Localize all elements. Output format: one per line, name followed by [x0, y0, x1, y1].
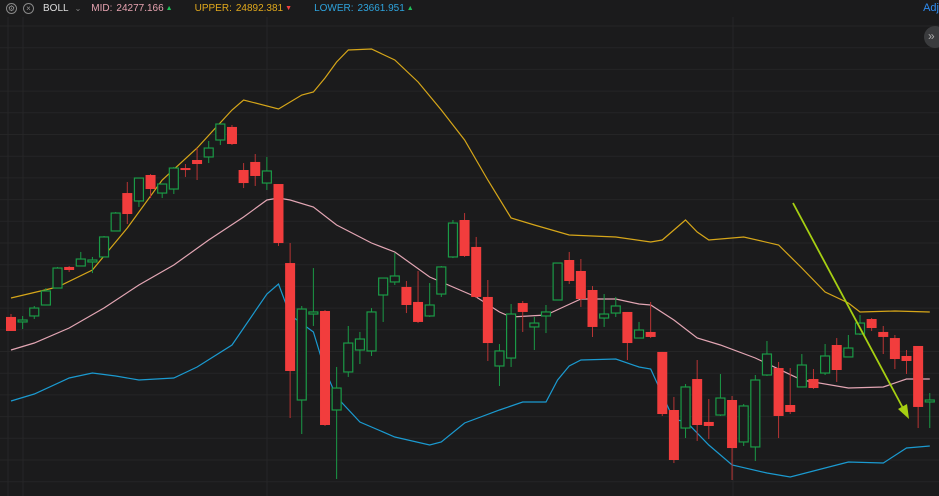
candle-body-up — [87, 259, 98, 263]
candle-body-up — [17, 319, 28, 323]
candle-body-down — [192, 160, 203, 165]
candle-body-down — [180, 168, 191, 171]
candle-body-up — [157, 183, 168, 194]
candle-body-up — [540, 311, 552, 317]
candle-body-up — [738, 405, 749, 443]
candle-body-up — [552, 262, 563, 301]
candle-body-down — [226, 126, 237, 145]
candle-body-down — [401, 286, 412, 305]
candle-body-up — [924, 399, 935, 403]
candle-body-up — [52, 267, 63, 289]
candle-body-up — [296, 308, 307, 401]
candle-body-up — [133, 177, 145, 202]
candle-body-down — [622, 311, 633, 344]
candle-body-down — [831, 345, 842, 370]
candle-body-down — [913, 345, 924, 407]
candle-body-up — [98, 236, 110, 258]
candle-body-up — [715, 397, 726, 416]
candle-body-up — [110, 212, 121, 232]
candle-body-up — [494, 350, 505, 367]
candle-body-up — [75, 258, 86, 267]
candle-body-up — [261, 170, 272, 184]
candle-body-up — [750, 379, 761, 448]
candle-body-down — [482, 296, 493, 344]
expand-panel-button[interactable]: » — [924, 26, 939, 48]
candle-body-down — [901, 355, 912, 361]
candle-body-up — [843, 347, 854, 358]
candle-body-down — [878, 331, 889, 337]
candle-body-up — [436, 266, 447, 295]
candle-body-up — [599, 313, 610, 319]
candle-body-down — [575, 270, 586, 300]
candle-body-down — [889, 338, 900, 360]
trendline-arrow — [792, 202, 905, 411]
candle-body-down — [122, 193, 133, 215]
candle-body-down — [320, 310, 331, 425]
candle-body-up — [529, 322, 540, 328]
candle-body-up — [761, 353, 773, 376]
candle-body-down — [413, 301, 424, 322]
candlestick-chart[interactable] — [0, 0, 939, 496]
candle-body-down — [657, 351, 668, 415]
candle-body-up — [447, 222, 459, 258]
boll-mid-line — [10, 197, 930, 389]
candle-body-up — [354, 338, 365, 351]
candle-body-down — [273, 184, 284, 244]
candle-body-down — [785, 405, 796, 412]
candle-body-down — [727, 400, 738, 449]
candle-body-down — [773, 368, 784, 416]
candle-body-up — [819, 355, 831, 374]
candle-body-up — [331, 387, 342, 411]
candle-body-up — [680, 386, 691, 429]
candle-body-down — [250, 161, 261, 176]
candle-body-down — [145, 175, 156, 190]
candle-body-up — [633, 329, 645, 339]
candle-body-down — [459, 220, 470, 256]
candle-body-up — [366, 311, 377, 352]
candle-body-down — [808, 379, 819, 389]
candle-body-up — [424, 304, 435, 317]
candle-body-up — [610, 305, 621, 314]
candle-body-up — [29, 307, 40, 317]
candle-body-down — [587, 290, 598, 327]
candle-body-up — [215, 123, 226, 141]
candle-body-down — [285, 263, 296, 371]
candle-body-up — [796, 364, 807, 388]
candle-body-down — [517, 303, 528, 312]
candle-body-up — [168, 167, 179, 190]
boll-lower-line — [10, 282, 930, 478]
candle-body-down — [692, 379, 703, 425]
candle-body-down — [564, 260, 575, 281]
candle-body-up — [378, 277, 389, 296]
candle-body-down — [645, 331, 656, 337]
candle-body-up — [389, 275, 400, 283]
candle-body-up — [505, 313, 517, 359]
candle-body-up — [203, 147, 214, 158]
candle-body-down — [471, 246, 482, 297]
candle-body-down — [6, 316, 16, 331]
candle-body-down — [64, 266, 75, 270]
candle-body-up — [40, 290, 51, 306]
candle-body-down — [238, 170, 249, 184]
candle-body-down — [866, 319, 877, 329]
candle-body-down — [668, 410, 679, 460]
candle-body-up — [343, 342, 354, 373]
candle-body-up — [308, 311, 319, 315]
candle-body-down — [703, 421, 714, 426]
